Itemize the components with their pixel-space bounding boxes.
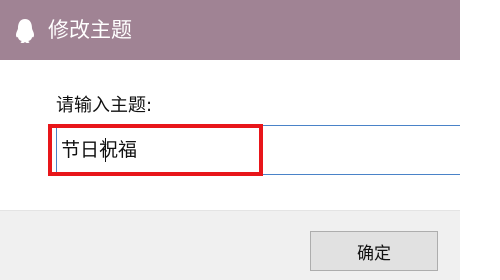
dialog-titlebar[interactable]: 修改主题: [0, 0, 460, 60]
dialog-title: 修改主题: [48, 18, 132, 42]
subject-prompt-label: 请输入主题:: [56, 95, 153, 116]
ok-button[interactable]: 确定: [310, 231, 438, 271]
annotation-highlight-box: [48, 124, 263, 176]
dialog-footer: 确定: [0, 210, 460, 280]
qq-penguin-icon: [14, 18, 36, 44]
